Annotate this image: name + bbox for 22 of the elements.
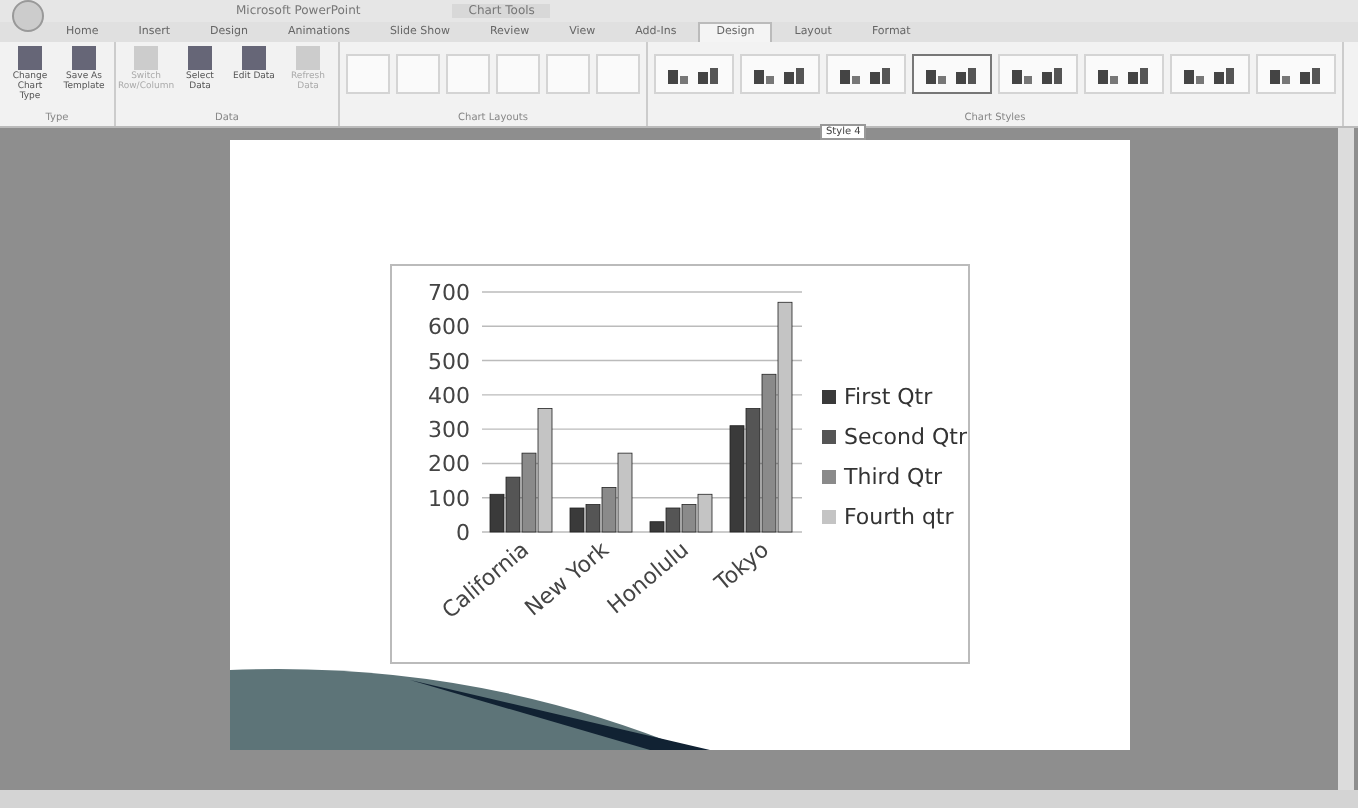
legend-label: First Qtr	[843, 384, 932, 410]
legend-label: Third Qtr	[843, 464, 942, 490]
legend-label: Fourth qtr	[843, 504, 953, 530]
legend-label: Second Qtr	[843, 424, 966, 450]
chart-style-icon	[1266, 64, 1326, 84]
chart-style-icon	[750, 64, 810, 84]
y-tick-label: 400	[427, 382, 469, 409]
chart-style-icon	[1008, 64, 1068, 84]
y-tick-label: 600	[427, 314, 469, 341]
y-tick-label: 300	[427, 417, 469, 444]
y-tick-label: 500	[427, 348, 469, 375]
chart-style-icon	[1094, 64, 1154, 84]
y-tick-label: 200	[427, 451, 469, 478]
y-tick-label: 100	[427, 485, 469, 512]
y-tick-label: 700	[427, 280, 469, 306]
chart-style-button[interactable]	[912, 54, 992, 94]
chart-style-icon	[664, 64, 724, 84]
y-tick-label: 0	[455, 520, 469, 546]
chart-style-icon	[922, 64, 982, 84]
chart-style-icon	[1180, 64, 1240, 84]
chart-style-icon	[836, 64, 896, 84]
scrollbar[interactable]	[1338, 128, 1354, 790]
